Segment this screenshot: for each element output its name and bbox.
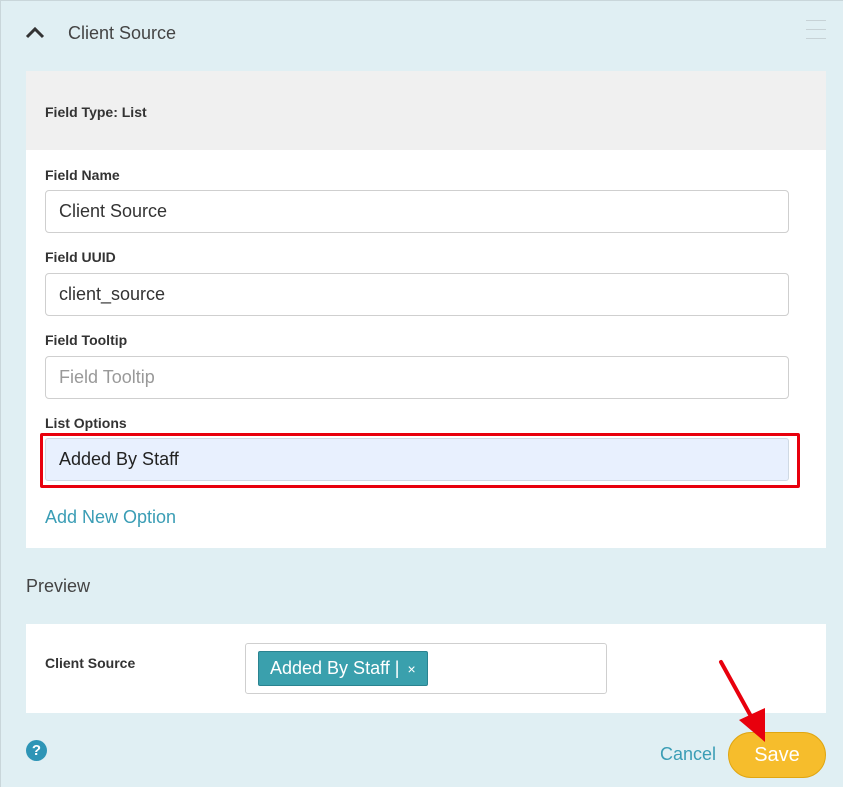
preview-title: Preview — [26, 576, 91, 596]
chip-label: Added By Staff | — [270, 658, 400, 678]
field-name-label: Field Name — [45, 167, 120, 183]
section-header: Client Source — [0, 0, 843, 66]
field-settings-card: Field Type: List Field Name Field UUID F… — [26, 71, 826, 548]
list-option-input[interactable] — [45, 438, 789, 481]
field-type-label: Field Type: List — [45, 104, 147, 120]
field-name-input[interactable] — [45, 190, 789, 233]
cancel-button[interactable]: Cancel — [660, 744, 716, 765]
list-options-label: List Options — [45, 415, 127, 431]
field-uuid-input[interactable] — [45, 273, 789, 316]
selected-option-chip: Added By Staff | × — [258, 651, 428, 686]
help-icon[interactable]: ? — [26, 740, 47, 761]
add-new-option-link[interactable]: Add New Option — [45, 507, 176, 528]
annotation-arrow-icon — [719, 660, 765, 742]
chip-remove-icon[interactable]: × — [407, 661, 415, 677]
drag-handle-icon[interactable] — [806, 20, 826, 40]
field-tooltip-label: Field Tooltip — [45, 332, 128, 348]
preview-field-label: Client Source — [45, 655, 136, 671]
field-tooltip-input[interactable] — [45, 356, 789, 399]
field-uuid-label: Field UUID — [45, 249, 116, 265]
chevron-up-icon[interactable] — [24, 22, 46, 44]
card-header: Field Type: List — [26, 71, 826, 150]
section-title: Client Source — [68, 23, 177, 43]
preview-select[interactable]: Added By Staff | × — [245, 643, 607, 694]
preview-card: Client Source Added By Staff | × — [26, 624, 826, 713]
